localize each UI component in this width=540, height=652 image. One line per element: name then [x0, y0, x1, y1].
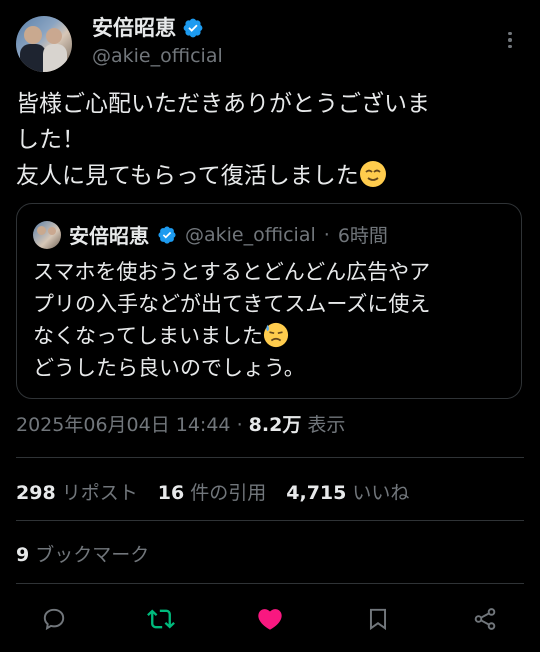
- engagement-stats: 298 リポスト 16 件の引用 4,715 いいね: [16, 478, 409, 505]
- quoted-tweet[interactable]: 安倍昭恵 @akie_official · 6時間 スマホを使おうとするとどんど…: [16, 203, 522, 399]
- tweet-meta: 2025年06月04日 14:44 · 8.2万 表示: [16, 410, 345, 437]
- likes-stat[interactable]: 4,715 いいね: [286, 478, 409, 505]
- reposts-stat[interactable]: 298 リポスト: [16, 478, 138, 505]
- repost-icon[interactable]: [146, 604, 176, 634]
- avatar[interactable]: [16, 16, 72, 72]
- author-handle[interactable]: @akie_official: [92, 42, 223, 70]
- quote-display-name[interactable]: 安倍昭恵: [69, 220, 149, 249]
- divider: [16, 583, 524, 584]
- like-icon[interactable]: [255, 604, 285, 634]
- share-icon[interactable]: [470, 604, 500, 634]
- author-display-name[interactable]: 安倍昭恵: [92, 14, 176, 42]
- quote-header: 安倍昭恵 @akie_official · 6時間: [33, 220, 388, 249]
- tweet-text: 皆様ご心配いただきありがとうございま した！ 友人に見てもらって復活しました: [16, 91, 430, 189]
- downcast-sweat-face-icon: [263, 322, 289, 348]
- quote-handle[interactable]: @akie_official: [185, 224, 316, 246]
- view-label: 表示: [307, 414, 346, 436]
- action-bar: [0, 596, 540, 640]
- quotes-stat[interactable]: 16 件の引用: [158, 478, 267, 505]
- divider: [16, 457, 524, 458]
- quote-avatar[interactable]: [33, 220, 61, 249]
- bookmarks-stat[interactable]: 9 ブックマーク: [16, 540, 149, 567]
- more-icon[interactable]: [500, 28, 520, 52]
- verified-badge-icon[interactable]: [157, 225, 177, 245]
- meta-separator: ·: [236, 414, 243, 436]
- quote-time[interactable]: 6時間: [338, 221, 388, 248]
- quote-separator: ·: [323, 223, 330, 246]
- bookmark-icon[interactable]: [363, 604, 393, 634]
- reply-icon[interactable]: [39, 604, 69, 634]
- tweet-header: 安倍昭恵 @akie_official: [16, 14, 524, 76]
- relieved-face-icon: [359, 161, 386, 187]
- quote-text: スマホを使おうとするとどんどん広告やア プリの入手などが出てきてスムーズに使え …: [33, 260, 431, 380]
- tweet-datetime[interactable]: 2025年06月04日 14:44: [16, 414, 231, 436]
- verified-badge-icon[interactable]: [182, 17, 204, 39]
- divider: [16, 520, 524, 521]
- view-count: 8.2万: [248, 414, 302, 436]
- author-block: 安倍昭恵 @akie_official: [92, 14, 223, 70]
